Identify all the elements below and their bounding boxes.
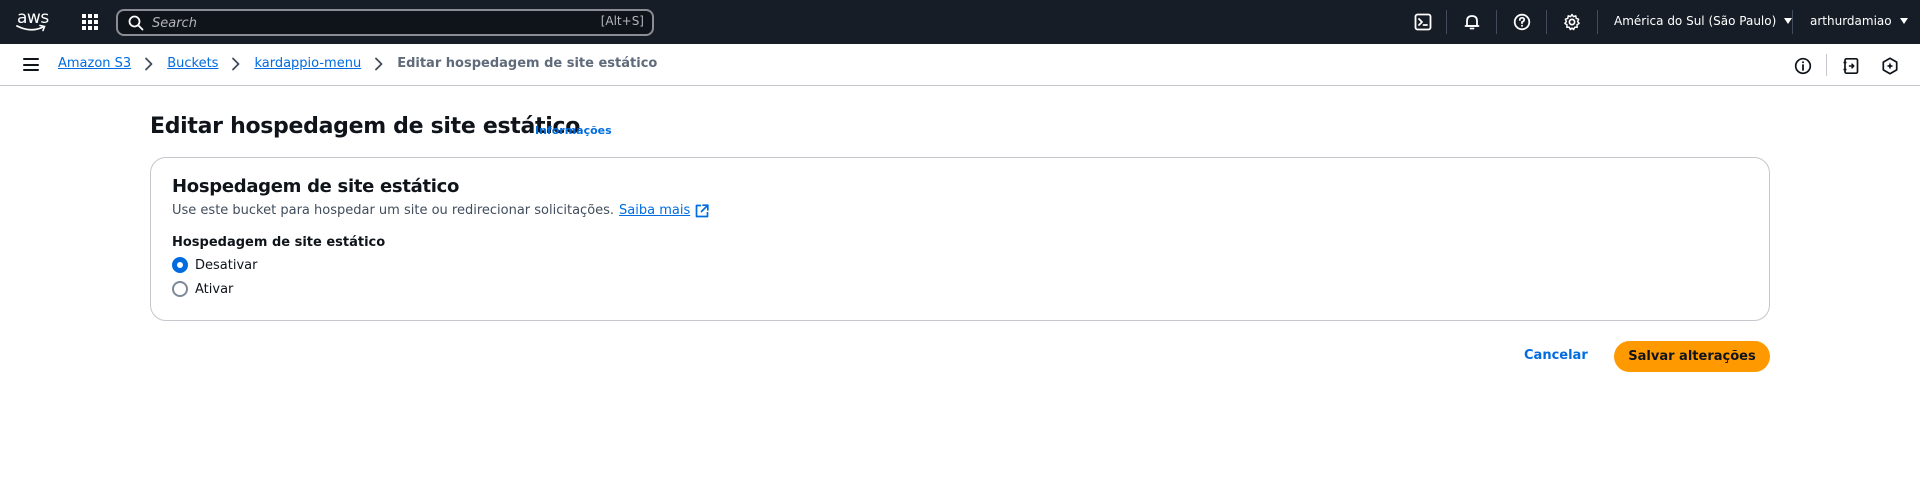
info-icon[interactable]: [1793, 56, 1813, 76]
chevron-right-icon: [145, 57, 153, 70]
radio-label-enable[interactable]: Ativar: [195, 282, 233, 297]
external-link-icon[interactable]: [695, 203, 709, 218]
cloudshell-icon[interactable]: [1413, 12, 1433, 32]
notes-icon[interactable]: [1841, 56, 1861, 76]
static-hosting-panel: Hospedagem de site estático Use este buc…: [150, 157, 1770, 321]
nav-divider: [1597, 10, 1598, 34]
panel-title: Hospedagem de site estático: [172, 176, 460, 197]
hosting-field-label: Hospedagem de site estático: [172, 235, 386, 250]
radio-label-disable[interactable]: Desativar: [195, 258, 257, 273]
breadcrumb-link-buckets[interactable]: Buckets: [167, 56, 218, 71]
nav-divider: [1446, 10, 1447, 34]
cancel-button[interactable]: Cancelar: [1524, 348, 1588, 363]
radio-option-disable[interactable]: Desativar: [172, 257, 257, 273]
learn-more-link[interactable]: Saiba mais: [619, 203, 690, 218]
tools-divider: [1826, 54, 1827, 76]
region-selector[interactable]: América do Sul (São Paulo): [1614, 14, 1793, 28]
save-changes-button[interactable]: Salvar alterações: [1614, 341, 1770, 372]
radio-button-checked[interactable]: [172, 257, 188, 273]
panel-description: Use este bucket para hospedar um site ou…: [172, 203, 709, 218]
search-icon: [128, 15, 144, 31]
account-name: arthurdamiao: [1810, 14, 1892, 28]
settings-gear-icon[interactable]: [1562, 12, 1582, 32]
nav-divider: [1546, 10, 1547, 34]
search-bar[interactable]: [Alt+S]: [116, 9, 654, 36]
help-icon[interactable]: [1512, 12, 1532, 32]
search-input[interactable]: [152, 13, 572, 33]
breadcrumb-link-amazon-s3[interactable]: Amazon S3: [58, 56, 131, 71]
breadcrumb: Amazon S3 Buckets kardappio-menu Editar …: [58, 56, 657, 71]
nav-divider: [1496, 10, 1497, 34]
region-label: América do Sul (São Paulo): [1614, 14, 1777, 28]
notifications-bell-icon[interactable]: [1462, 12, 1482, 32]
chevron-right-icon: [375, 57, 383, 70]
panel-description-text: Use este bucket para hospedar um site ou…: [172, 203, 615, 218]
breadcrumb-current: Editar hospedagem de site estático: [397, 56, 658, 71]
aws-smile-icon: [16, 24, 46, 32]
account-menu[interactable]: arthurdamiao: [1810, 14, 1908, 28]
radio-option-enable[interactable]: Ativar: [172, 281, 233, 297]
chevron-right-icon: [232, 57, 240, 70]
page-title: Editar hospedagem de site estático: [150, 114, 581, 139]
menu-hamburger-icon[interactable]: [23, 58, 39, 71]
radio-button-unchecked[interactable]: [172, 281, 188, 297]
breadcrumb-link-bucket[interactable]: kardappio-menu: [254, 56, 361, 71]
search-shortcut-hint: [Alt+S]: [600, 14, 644, 28]
aws-logo[interactable]: aws: [15, 9, 51, 35]
ai-assistant-icon[interactable]: [1880, 56, 1900, 76]
top-navigation: aws [Alt+S]: [0, 0, 1920, 44]
breadcrumb-bar: Amazon S3 Buckets kardappio-menu Editar …: [0, 44, 1920, 86]
info-link[interactable]: Informações: [535, 124, 612, 137]
apps-grid-icon[interactable]: [82, 14, 98, 30]
caret-down-icon: [1899, 18, 1908, 24]
nav-divider: [1792, 10, 1793, 34]
